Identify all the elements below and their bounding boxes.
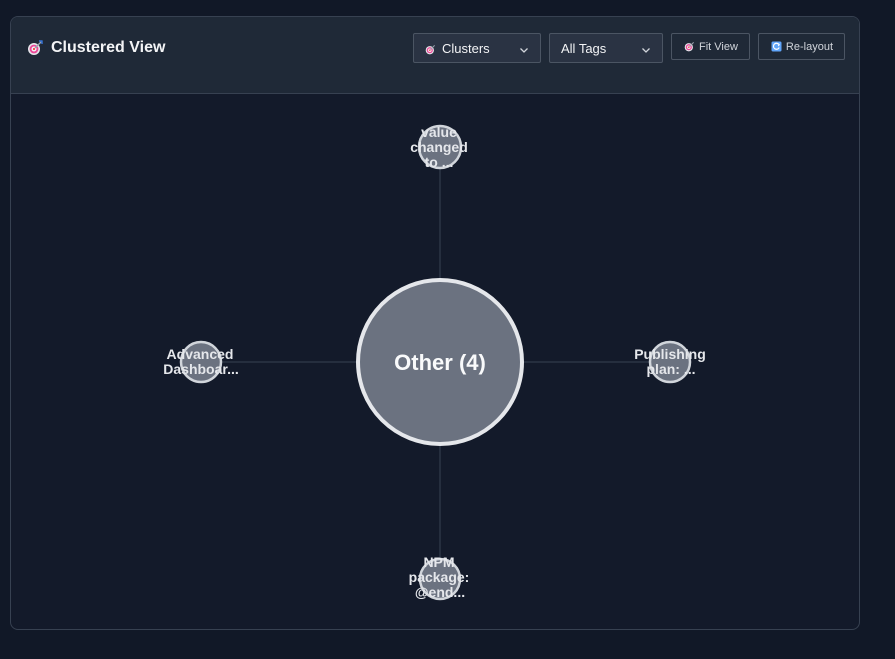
chevron-down-icon	[519, 43, 529, 53]
node-label-line: @end...	[415, 584, 465, 600]
view-mode-value: Clusters	[442, 40, 490, 56]
tag-filter-select[interactable]: All Tags	[549, 33, 663, 63]
relayout-label: Re-layout	[785, 40, 833, 53]
panel-header: Clustered View Clusters All Tags Fit Vie…	[11, 17, 859, 94]
chevron-down-icon	[641, 43, 651, 53]
node-label-line: Advanced	[167, 346, 234, 362]
graph-node[interactable]: Advanced Dashboar...	[163, 340, 239, 384]
target-icon	[684, 41, 695, 52]
toolbar: Clusters All Tags Fit View Re-layout	[413, 33, 845, 63]
node-label-line: plan: ...	[647, 361, 696, 377]
refresh-icon	[771, 41, 782, 52]
cluster-center-label: Other (4)	[394, 350, 486, 375]
target-icon	[27, 40, 43, 56]
cluster-graph[interactable]: Other (4) value changed to ... Advanced …	[11, 94, 860, 630]
node-label-line: value	[421, 124, 457, 140]
node-label-line: to ...	[425, 154, 454, 170]
view-mode-select[interactable]: Clusters	[413, 33, 541, 63]
tag-filter-value: All Tags	[561, 40, 607, 56]
fit-view-label: Fit View	[699, 40, 738, 53]
node-label-line: Dashboar...	[163, 361, 238, 377]
cluster-center-node[interactable]: Other (4)	[356, 278, 524, 446]
relayout-button[interactable]: Re-layout	[757, 33, 845, 60]
panel-title-group: Clustered View	[27, 39, 165, 57]
node-label-line: NPM	[423, 554, 454, 570]
target-icon	[425, 43, 436, 54]
node-label-line: changed	[410, 139, 468, 155]
node-label-line: Publishing	[634, 346, 706, 362]
node-label-line: package:	[409, 569, 470, 585]
fit-view-button[interactable]: Fit View	[671, 33, 750, 60]
graph-node[interactable]: NPM package: @end...	[409, 554, 470, 601]
graph-node[interactable]: value changed to ...	[410, 124, 468, 170]
clustered-view-panel: Clustered View Clusters All Tags Fit Vie…	[10, 16, 860, 630]
page-title: Clustered View	[51, 39, 166, 56]
